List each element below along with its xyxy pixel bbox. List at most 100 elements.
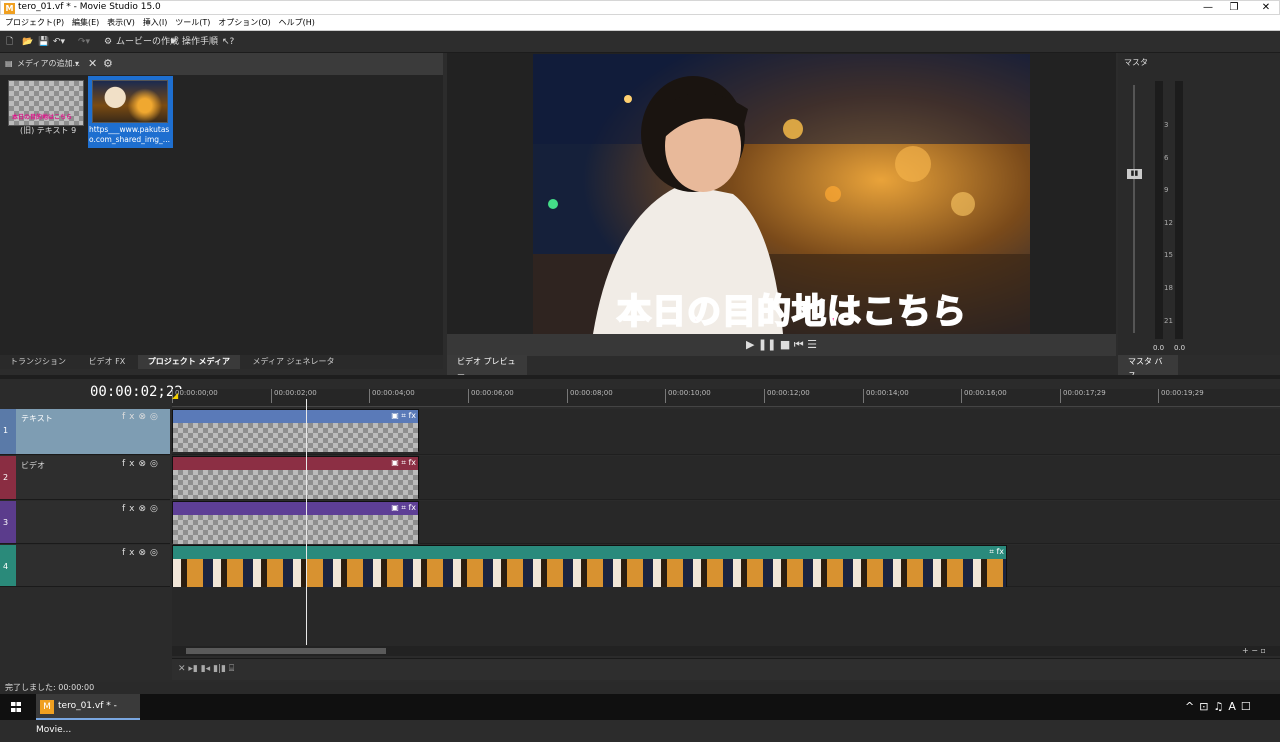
preview-frame: 本日の目的地はこちら	[533, 54, 1030, 334]
track-icons[interactable]: fx⊗◎	[122, 548, 162, 558]
tab-media-generators[interactable]: メディア ジェネレータ	[243, 355, 345, 369]
menu-insert[interactable]: 挿入(I)	[143, 15, 168, 30]
track-number: 3	[0, 501, 16, 543]
clip-fx-icon[interactable]: ▣ ⌗ fx	[391, 458, 416, 468]
photo-clip[interactable]: ⌗ fx	[172, 545, 1007, 588]
save-icon[interactable]: 💾	[38, 35, 49, 49]
play-icon[interactable]: ▶	[746, 338, 754, 351]
master-fader-handle[interactable]: ▮▮	[1127, 169, 1142, 179]
track-lane-2[interactable]: ▣ ⌗ fx	[172, 456, 1280, 500]
menu-edit[interactable]: 編集(E)	[72, 15, 99, 30]
loop-marker[interactable]: ◢	[172, 391, 178, 400]
menu-tools[interactable]: ツール(T)	[175, 15, 210, 30]
guide-button[interactable]: 操作手順	[182, 35, 218, 49]
open-folder-icon[interactable]: 📂	[22, 35, 33, 49]
ime-icon[interactable]: A	[1228, 700, 1241, 713]
solo-icon[interactable]: ◎	[150, 412, 162, 422]
ruler-tick: 00:00:08;00	[567, 389, 613, 403]
chevron-down-icon[interactable]: ▾	[75, 53, 79, 75]
clip-fx-icon[interactable]: ▣ ⌗ fx	[391, 503, 416, 513]
menu-project[interactable]: プロジェクト(P)	[5, 15, 64, 30]
menu-options[interactable]: オプション(O)	[218, 15, 271, 30]
clip-fx-icon[interactable]: ▣ ⌗ fx	[391, 411, 416, 421]
time-ruler[interactable]: 00:00:00;00 00:00:02;00 00:00:04;00 00:0…	[172, 389, 1280, 407]
network-icon[interactable]: ⊡	[1199, 700, 1213, 713]
ruler-tick: 00:00:14;00	[863, 389, 909, 403]
media-item-selected[interactable]: https___www.pakutas o.com_shared_img_...	[88, 76, 173, 148]
track-lane-4[interactable]: ⌗ fx	[172, 545, 1280, 588]
notification-icon[interactable]: ☐	[1241, 700, 1256, 713]
maximize-button[interactable]: ❐	[1221, 1, 1247, 15]
mute-icon[interactable]: ⊗	[139, 459, 151, 469]
empty-track-area[interactable]	[172, 587, 1280, 647]
volume-icon[interactable]: ♫	[1213, 700, 1228, 713]
taskbar-app-button[interactable]: Mtero_01.vf * - Movie...	[36, 694, 140, 735]
preview-caption: 本日の目的地はこちら	[616, 291, 967, 333]
clip-fx-icon[interactable]: ⌗ fx	[989, 547, 1004, 557]
fx-icon[interactable]: fx	[122, 504, 139, 514]
help-pointer-icon[interactable]: ↖?	[222, 35, 234, 49]
title-bar: M tero_01.vf * - Movie Studio 15.0 — ❐ ✕	[0, 0, 1280, 15]
track-header-4[interactable]: 4 fx⊗◎	[0, 545, 170, 587]
mute-icon[interactable]: ⊗	[139, 548, 151, 558]
media-add-dropdown[interactable]: メディアの追加...	[17, 53, 80, 75]
solo-icon[interactable]: ◎	[150, 548, 162, 558]
horizontal-scrollbar[interactable]: + − ▫	[172, 646, 1280, 656]
overlay-clip[interactable]: ▣ ⌗ fx	[172, 501, 419, 544]
track-header-3[interactable]: 3 fx⊗◎	[0, 501, 170, 544]
close-button[interactable]: ✕	[1253, 1, 1279, 15]
track-name: ビデオ	[21, 461, 45, 470]
track-lane-1[interactable]: ▣ ⌗ fx	[172, 409, 1280, 455]
mute-icon[interactable]: ⊗	[139, 412, 151, 422]
scale-3: 3	[1164, 121, 1169, 129]
mute-icon[interactable]: ⊗	[139, 504, 151, 514]
text-clip[interactable]: ▣ ⌗ fx	[172, 409, 419, 452]
menu-view[interactable]: 表示(V)	[107, 15, 135, 30]
tab-project-media[interactable]: プロジェクト メディア	[137, 355, 240, 369]
fx-icon[interactable]: fx	[122, 548, 139, 558]
menu-help[interactable]: ヘルプ(H)	[279, 15, 315, 30]
transport-controls: ▶ ❚❚ ■ ⏮ ☰	[447, 334, 1116, 356]
ruler-tick: 00:00:10;00	[665, 389, 711, 403]
video-clip[interactable]: ▣ ⌗ fx	[172, 456, 419, 499]
minimize-button[interactable]: —	[1195, 1, 1221, 15]
solo-icon[interactable]: ◎	[150, 459, 162, 469]
tab-video-fx[interactable]: ビデオ FX	[79, 355, 136, 369]
tab-transitions[interactable]: トランジション	[0, 355, 76, 369]
media-add-icon[interactable]: ▤	[5, 53, 13, 75]
media-thumb-text[interactable]: 本日の目的地はこちら	[8, 80, 84, 126]
track-header-1[interactable]: 1 テキスト fx⊗◎	[0, 409, 170, 455]
go-to-start-icon[interactable]: ⏮	[794, 338, 804, 351]
redo-icon[interactable]: ↷▾	[78, 35, 90, 49]
track-header-2[interactable]: 2 ビデオ fx⊗◎	[0, 456, 170, 500]
thumb-caption: 本日の目的地はこちら	[12, 114, 73, 121]
solo-icon[interactable]: ◎	[150, 504, 162, 514]
close-icon[interactable]: ✕	[88, 53, 97, 75]
new-file-icon[interactable]: 🗋	[6, 35, 13, 49]
track-icons[interactable]: fx⊗◎	[122, 412, 162, 422]
stop-icon[interactable]: ■	[780, 338, 790, 351]
fx-icon[interactable]: fx	[122, 412, 139, 422]
gear-icon[interactable]: ⚙	[103, 53, 113, 75]
scroll-thumb[interactable]	[186, 648, 386, 654]
windows-start-icon[interactable]	[11, 702, 21, 712]
ruler-tick: 00:00:06;00	[468, 389, 514, 403]
playhead[interactable]	[306, 399, 307, 645]
track-lane-3[interactable]: ▣ ⌗ fx	[172, 501, 1280, 544]
menu-icon[interactable]: ☰	[807, 338, 817, 351]
make-movie-icon[interactable]: ⚙	[104, 35, 112, 49]
zoom-controls[interactable]: + − ▫	[1242, 646, 1266, 655]
undo-icon[interactable]: ↶▾	[53, 35, 65, 49]
window-title: tero_01.vf * - Movie Studio 15.0	[18, 2, 161, 12]
track-icons[interactable]: fx⊗◎	[122, 459, 162, 469]
edit-tool-icons[interactable]: ✕ ▸▮ ▮◂ ▮|▮ ⌸	[178, 664, 234, 674]
video-preview-panel: 本日の目的地はこちら ▶ ❚❚ ■ ⏮ ☰ ビデオ プレビュー	[447, 53, 1116, 383]
taskbar: Mtero_01.vf * - Movie... ^⊡♫A☐	[0, 694, 1280, 735]
pause-icon[interactable]: ❚❚	[758, 338, 776, 351]
guide-icon[interactable]: ☛	[170, 35, 178, 49]
fx-icon[interactable]: fx	[122, 459, 139, 469]
track-icons[interactable]: fx⊗◎	[122, 504, 162, 514]
ruler-tick: 00:00:17;29	[1060, 389, 1106, 403]
track-number: 4	[0, 545, 16, 586]
tray-overflow-icon[interactable]: ^	[1185, 700, 1199, 713]
